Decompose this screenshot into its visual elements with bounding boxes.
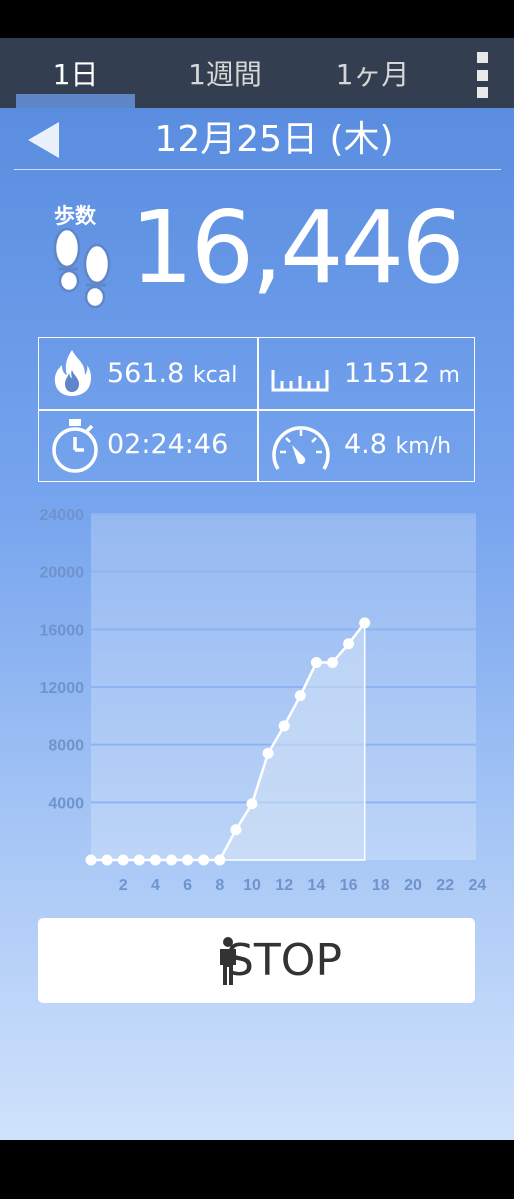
stop-button-label: STOP xyxy=(226,935,342,986)
step-count: 16,446 xyxy=(130,189,465,306)
data-point xyxy=(359,617,371,629)
time-value: 02:24:46 xyxy=(107,429,229,460)
steps-label: 歩数 xyxy=(54,204,96,228)
calories-value: 561.8 xyxy=(107,358,185,389)
data-point xyxy=(327,656,338,668)
x-axis-labels: 2 4 6 8 10 12 14 16 18 20 22 24 xyxy=(119,877,487,894)
y-tick-label: 20000 xyxy=(40,565,85,582)
stop-button[interactable]: STOP xyxy=(38,918,475,1003)
x-tick-label: 4 xyxy=(151,877,160,894)
calories-unit: kcal xyxy=(192,363,238,388)
speed-cell: 4.8 km/h xyxy=(258,410,476,481)
status-bar xyxy=(0,0,514,38)
flame-icon xyxy=(54,350,92,396)
active-tab-indicator xyxy=(16,94,135,108)
distance-unit: m xyxy=(438,363,460,388)
previous-day-button[interactable] xyxy=(26,120,62,165)
y-tick-label: 12000 xyxy=(40,680,85,697)
ruler-icon xyxy=(271,370,329,392)
x-tick-label: 24 xyxy=(469,877,487,894)
data-point xyxy=(294,690,306,702)
date-title: 12月25日 (木) xyxy=(154,119,394,160)
data-point xyxy=(101,854,113,866)
data-point xyxy=(230,824,242,836)
data-point xyxy=(166,854,177,866)
date-navigator: 12月25日 (木) xyxy=(14,108,501,170)
data-point xyxy=(310,656,322,668)
navigation-bar xyxy=(0,1140,514,1199)
overflow-menu-icon[interactable] xyxy=(466,52,498,98)
x-tick-label: 22 xyxy=(436,877,454,894)
data-point xyxy=(246,798,258,810)
time-cell: 02:24:46 xyxy=(39,410,257,481)
speed-value: 4.8 xyxy=(344,429,387,460)
x-tick-label: 16 xyxy=(340,877,358,894)
distance-cell: 11512 m xyxy=(258,338,476,409)
tab-week[interactable]: 1週間 xyxy=(160,38,290,108)
x-tick-label: 6 xyxy=(183,877,192,894)
y-tick-label: 24000 xyxy=(40,507,85,524)
arrow-left-icon xyxy=(28,122,59,158)
stats-grid: 561.8 kcal 11512 m 02:24:46 4.8 km/h xyxy=(38,337,475,482)
y-tick-label: 4000 xyxy=(48,795,84,812)
data-point xyxy=(198,854,210,866)
footprints-icon xyxy=(53,228,111,309)
data-point xyxy=(343,638,355,650)
data-point xyxy=(262,747,274,759)
x-tick-label: 14 xyxy=(308,877,326,894)
y-tick-label: 16000 xyxy=(40,622,85,639)
data-point xyxy=(278,720,290,732)
data-point xyxy=(85,854,97,866)
y-axis-labels: 4000 8000 12000 16000 20000 24000 xyxy=(40,507,85,812)
y-tick-label: 8000 xyxy=(48,738,84,755)
data-point xyxy=(149,854,161,866)
data-point xyxy=(214,854,226,866)
steps-chart: 4000800012000160002000024000 2 4 6 8 10 12 14 1… xyxy=(40,507,487,894)
data-point xyxy=(133,854,145,866)
stopwatch-icon xyxy=(52,419,98,473)
x-tick-label: 20 xyxy=(404,877,422,894)
x-tick-label: 10 xyxy=(243,877,261,894)
speed-unit: km/h xyxy=(395,434,452,459)
speedometer-icon xyxy=(272,426,330,470)
x-tick-label: 2 xyxy=(119,877,128,894)
tab-month[interactable]: 1ヶ月 xyxy=(310,38,435,108)
distance-value: 11512 xyxy=(344,358,430,389)
x-tick-label: 18 xyxy=(372,877,390,894)
data-point xyxy=(182,854,194,866)
calories-cell: 561.8 kcal xyxy=(39,338,257,409)
x-tick-label: 12 xyxy=(275,877,293,894)
x-tick-label: 8 xyxy=(215,877,224,894)
data-point xyxy=(117,854,129,866)
